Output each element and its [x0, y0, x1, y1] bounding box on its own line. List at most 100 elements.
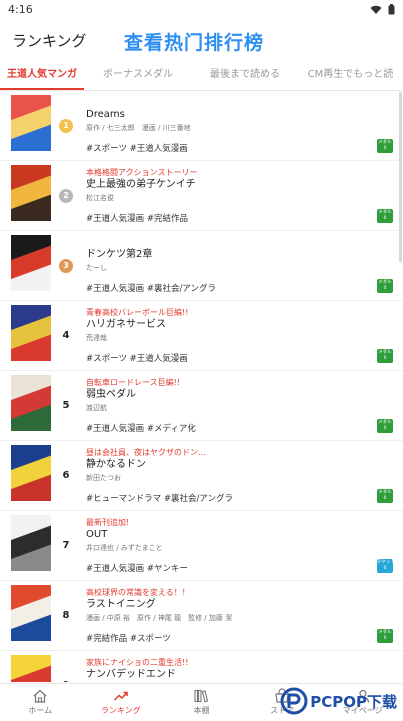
item-tags: #王道人気漫画 #ヤンキー: [86, 564, 188, 574]
cover-image[interactable]: [11, 655, 51, 682]
currency-badge: メダル 0: [377, 209, 393, 223]
list-item[interactable]: 6 昼は会社員、夜はヤクザのドン… 静かなるドン 新田たつお #ヒューマンドラマ #裏社…: [0, 441, 403, 511]
status-bar: 4:16: [0, 0, 403, 22]
tab-cm-play[interactable]: CM再生でもっと読: [298, 62, 403, 90]
cover-image[interactable]: [11, 515, 51, 571]
cover-image[interactable]: [11, 375, 51, 431]
nav-bookshelf[interactable]: 本棚: [161, 684, 242, 721]
nav-home-label: ホーム: [28, 706, 53, 715]
list-item[interactable]: 4 青春高校バレーボール巨編!! ハリガネサービス 荒達哉 #スポーツ #王道人気漫画 メ…: [0, 301, 403, 371]
item-info: 最新刊追加! OUT 井口達也 / みずたまこと: [86, 517, 373, 553]
page-title: ランキング: [12, 32, 87, 50]
rank-number: 9: [59, 679, 73, 682]
item-title: 史上最強の弟子ケンイチ: [86, 179, 196, 190]
ranking-tabs: 王道人気マンガ ボーナスメダル 最後まで読める CM再生でもっと読: [0, 62, 403, 91]
list-item[interactable]: 7 最新刊追加! OUT 井口達也 / みずたまこと #王道人気漫画 #ヤンキー チケット…: [0, 511, 403, 581]
item-tags: #スポーツ #王道人気漫画: [86, 354, 188, 364]
scrollbar[interactable]: [399, 92, 402, 262]
currency-badge: メダル 0: [377, 489, 393, 503]
item-tags: #スポーツ #王道人気漫画: [86, 144, 188, 154]
item-info: Dreams 原作 / 七三太郎 漫画 / 川三番地: [86, 97, 373, 133]
item-title: 静かなるドン: [86, 459, 146, 470]
item-title: ラストイニング: [86, 599, 156, 610]
nav-ranking[interactable]: ランキング: [81, 684, 162, 721]
list-item[interactable]: 5 自転車ロードレース巨編!! 弱虫ペダル 渡辺航 #王道人気漫画 #メディア化 メダル …: [0, 371, 403, 441]
tab-bonus-medal[interactable]: ボーナスメダル: [84, 62, 192, 90]
cover-image[interactable]: [11, 235, 51, 291]
cover-image[interactable]: [11, 585, 51, 641]
item-author: 新田たつお: [86, 474, 121, 482]
item-info: 高校球界の常識を変える！！ ラストイニング漫画 / 中原 裕 原作 / 神尾 龍 …: [86, 587, 373, 623]
rank-number: 5: [62, 400, 70, 411]
watermark: PCPOP下载: [280, 684, 397, 718]
rank-medal: 3: [59, 259, 73, 273]
item-tagline: 青春高校バレーボール巨編!!: [86, 308, 189, 317]
app-header: ランキング 查看热门排行榜: [0, 22, 403, 60]
item-info: 自転車ロードレース巨編!! 弱虫ペダル 渡辺航: [86, 377, 373, 413]
item-tagline: 高校球界の常識を変える！！: [86, 588, 190, 597]
promo-overlay-text: 查看热门排行榜: [124, 32, 265, 54]
nav-bookshelf-label: 本棚: [193, 706, 210, 715]
item-tagline: 家族にナイショの二重生活!!: [86, 658, 189, 667]
item-author: 井口達也 / みずたまこと: [86, 544, 163, 552]
list-item[interactable]: 2 本格格闘アクションストーリー 史上最強の弟子ケンイチ 松江名俊 #王道人気漫画 #完…: [0, 161, 403, 231]
cover-image[interactable]: [11, 95, 51, 151]
watermark-logo-icon: [280, 687, 308, 715]
tab-classic-popular[interactable]: 王道人気マンガ: [0, 62, 84, 90]
item-author: 荒達哉: [86, 334, 107, 342]
battery-icon: [388, 4, 395, 15]
item-info: 家族にナイショの二重生活!!ナンバデッドエンド小沢としお: [86, 657, 373, 682]
watermark-text: PCPOP下载: [310, 692, 397, 711]
rank-number: 8: [62, 610, 70, 621]
item-tagline: 自転車ロードレース巨編!!: [86, 378, 181, 387]
rank-medal: 2: [59, 189, 73, 203]
item-title: OUT: [86, 529, 108, 540]
item-tags: #王道人気漫画 #完結作品: [86, 214, 188, 224]
item-tags: #王道人気漫画 #裏社会/アングラ: [86, 284, 216, 294]
item-info: 青春高校バレーボール巨編!! ハリガネサービス 荒達哉: [86, 307, 373, 343]
currency-badge: メダル 0: [377, 349, 393, 363]
cover-image[interactable]: [11, 305, 51, 361]
rank-number: 4: [62, 330, 70, 341]
item-title: ドンケツ第2章: [86, 249, 153, 260]
currency-badge: メダル 0: [377, 139, 393, 153]
list-item[interactable]: 9家族にナイショの二重生活!!ナンバデッドエンド小沢としお: [0, 651, 403, 682]
list-item[interactable]: 8 高校球界の常識を変える！！ ラストイニング漫画 / 中原 裕 原作 / 神尾 龍…: [0, 581, 403, 651]
list-item[interactable]: 1 Dreams 原作 / 七三太郎 漫画 / 川三番地 #スポーツ #王道人気漫画 メ…: [0, 91, 403, 161]
currency-badge: チケット 0: [377, 559, 395, 573]
item-author: たーし: [86, 264, 107, 272]
currency-badge: メダル 0: [377, 419, 393, 433]
home-icon: [33, 689, 47, 703]
item-tagline: 最新刊追加!: [86, 518, 130, 527]
cover-image[interactable]: [11, 165, 51, 221]
item-author: 漫画 / 中原 裕 原作 / 神尾 龍 監修 / 加藤 潔: [86, 614, 233, 622]
item-info: ドンケツ第2章 たーし: [86, 237, 373, 273]
status-time: 4:16: [8, 3, 33, 16]
item-author: 原作 / 七三太郎 漫画 / 川三番地: [86, 124, 191, 132]
item-tags: #完結作品 #スポーツ: [86, 634, 171, 644]
item-tagline: 昼は会社員、夜はヤクザのドン…: [86, 448, 206, 457]
currency-badge: メダル 0: [377, 279, 393, 293]
item-author: 渡辺航: [86, 404, 107, 412]
rank-number: 7: [62, 540, 70, 551]
item-tagline: [86, 237, 373, 248]
item-title: ナンバデッドエンド: [86, 669, 176, 680]
currency-badge: メダル 0: [377, 629, 393, 643]
item-tagline: 本格格闘アクションストーリー: [86, 168, 198, 177]
list-item[interactable]: 3 ドンケツ第2章 たーし #王道人気漫画 #裏社会/アングラ メダル 0: [0, 231, 403, 301]
item-title: Dreams: [86, 109, 125, 120]
item-info: 昼は会社員、夜はヤクザのドン… 静かなるドン 新田たつお: [86, 447, 373, 483]
trending-icon: [113, 691, 128, 701]
cover-image[interactable]: [11, 445, 51, 501]
nav-home[interactable]: ホーム: [0, 684, 81, 721]
tab-read-to-end[interactable]: 最後まで読める: [192, 62, 298, 90]
ranking-list[interactable]: 1 Dreams 原作 / 七三太郎 漫画 / 川三番地 #スポーツ #王道人気漫画メ…: [0, 91, 403, 682]
rank-medal: 1: [59, 119, 73, 133]
bookshelf-icon: [194, 689, 209, 703]
system-icons: [370, 4, 395, 15]
item-tags: #ヒューマンドラマ #裏社会/アングラ: [86, 494, 233, 504]
item-tags: #王道人気漫画 #メディア化: [86, 424, 196, 434]
item-tagline: [86, 97, 373, 108]
item-title: ハリガネサービス: [86, 319, 166, 330]
item-author: 松江名俊: [86, 194, 114, 202]
